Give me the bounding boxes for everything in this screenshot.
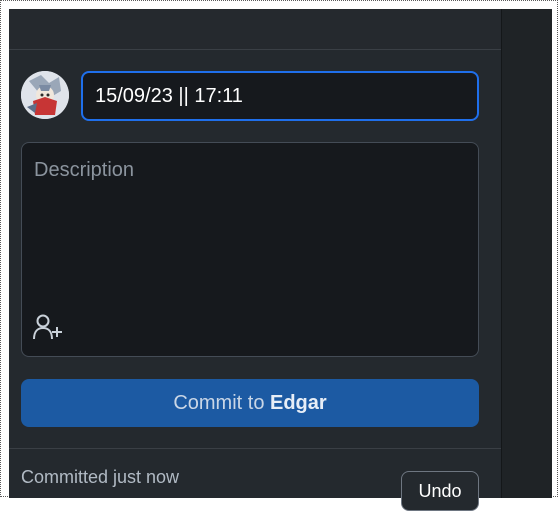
commit-panel: 15/09/23 || 17:11 Description Commit to …: [9, 9, 501, 511]
panel-header: [9, 9, 501, 50]
adjacent-pane: [501, 9, 552, 498]
summary-input[interactable]: 15/09/23 || 17:11: [81, 71, 479, 121]
divider: [9, 448, 501, 449]
avatar-image: [21, 71, 69, 119]
undo-button[interactable]: Undo: [401, 471, 479, 511]
commit-status-text: Committed just now: [21, 467, 180, 487]
window-frame: 15/09/23 || 17:11 Description Commit to …: [0, 0, 558, 511]
description-textarea[interactable]: Description: [21, 142, 479, 357]
user-avatar: [21, 71, 69, 119]
description-placeholder: Description: [34, 159, 135, 181]
commit-button-label: Commit to: [173, 392, 270, 414]
commit-button[interactable]: Commit to Edgar: [21, 379, 479, 427]
add-coauthor-icon[interactable]: [32, 313, 64, 341]
commit-branch-name: Edgar: [270, 392, 327, 414]
